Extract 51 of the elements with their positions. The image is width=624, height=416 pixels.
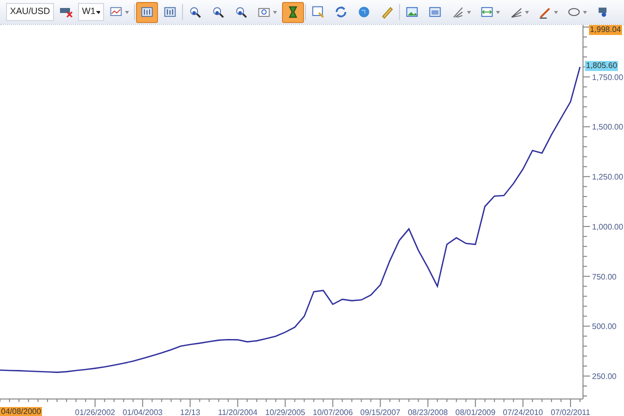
- top-price-label: 1,998.04: [588, 25, 622, 35]
- x-axis-label: 09/15/2007: [360, 408, 400, 416]
- magnifier-icon: [188, 5, 202, 19]
- chart-window-icon: [140, 5, 154, 19]
- dropdown[interactable]: W1: [78, 3, 104, 21]
- arrows-icon: [334, 5, 348, 19]
- magnifier-icon: [211, 5, 225, 19]
- ellipse-icon: [567, 5, 581, 19]
- line-chart-icon: [109, 5, 123, 19]
- x-axis-label: 10/29/2005: [265, 408, 306, 416]
- x-axis-label: 01/04/2003: [122, 408, 163, 416]
- x-axis-label: 01/26/2002: [75, 408, 116, 416]
- x-axis-label: 10/07/2006: [312, 408, 353, 416]
- caret-icon: [583, 10, 587, 14]
- y-axis-label: 1,000.00: [592, 222, 624, 232]
- cursor-date-label: 04/08/2000: [0, 407, 42, 416]
- pen-icon: [538, 5, 552, 19]
- disconnect-icon[interactable]: [59, 6, 73, 18]
- x-axis-label: 07/02/2011: [550, 408, 590, 416]
- ruler-icon: [380, 5, 394, 19]
- channel-icon: [480, 5, 494, 19]
- chart-window-icon: [163, 5, 177, 19]
- magnifier-icon: [234, 5, 248, 19]
- current-price-label: 1,805.60: [585, 60, 618, 71]
- picture-icon: [405, 5, 419, 19]
- caret-icon: [273, 10, 277, 14]
- caret-icon: [525, 10, 529, 14]
- pitchfork-icon: [451, 5, 465, 19]
- y-axis-label: 1,500.00: [592, 122, 624, 132]
- x-axis-label: 11/20/2004: [218, 408, 258, 416]
- y-axis-label: 1,750.00: [592, 72, 624, 82]
- x-axis-label: 12/13: [180, 408, 200, 416]
- note-icon: [311, 5, 325, 19]
- toolbar-button[interactable]: [136, 2, 158, 22]
- toolbar-button[interactable]: [282, 2, 304, 22]
- zoom-box-icon: [257, 5, 271, 19]
- caret-icon: [125, 10, 129, 14]
- y-axis-label: 1,250.00: [592, 172, 624, 182]
- x-axis-label: 08/23/2008: [408, 408, 448, 416]
- y-axis-label: 750.00: [592, 272, 616, 282]
- caret-icon: [554, 10, 558, 14]
- x-axis-label: 07/24/2010: [502, 408, 543, 416]
- y-axis-label: 250.00: [592, 372, 616, 382]
- dropdown[interactable]: XAU/USD: [6, 3, 54, 21]
- caret-icon: [96, 10, 100, 14]
- window-icon: [428, 5, 442, 19]
- caret-icon: [496, 10, 500, 14]
- caret-icon: [467, 10, 471, 14]
- x-axis-label: 08/01/2009: [455, 408, 496, 416]
- y-axis-label: 500.00: [592, 322, 616, 332]
- hourglass-icon: [286, 5, 300, 19]
